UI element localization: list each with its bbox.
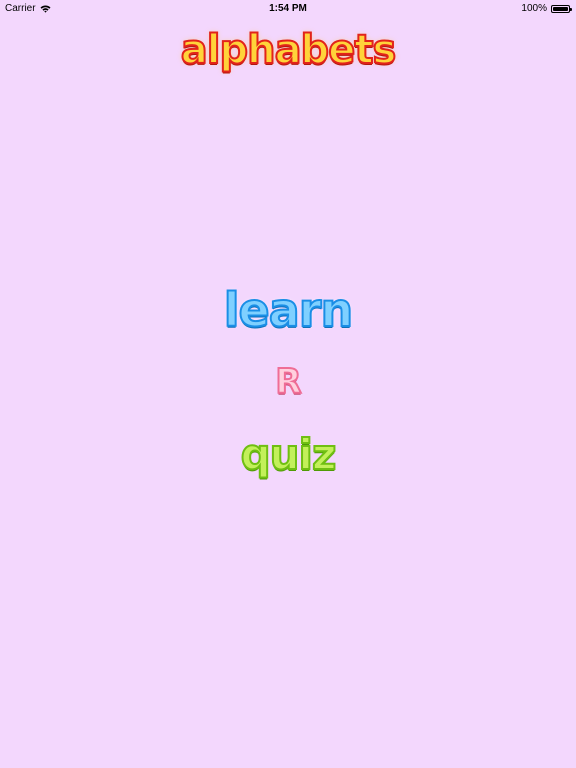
status-bar: Carrier 1:54 PM 100% — [0, 0, 576, 18]
battery-fill — [553, 6, 568, 11]
status-time: 1:54 PM — [269, 3, 307, 14]
battery-percent: 100% — [521, 3, 547, 14]
battery-icon — [551, 4, 572, 13]
recognition-button[interactable]: R — [0, 364, 576, 400]
learn-button[interactable]: learn — [0, 286, 576, 334]
quiz-button[interactable]: quiz — [0, 433, 576, 477]
status-right: 100% — [521, 3, 572, 14]
app-title-logo: alphabets — [180, 27, 398, 73]
